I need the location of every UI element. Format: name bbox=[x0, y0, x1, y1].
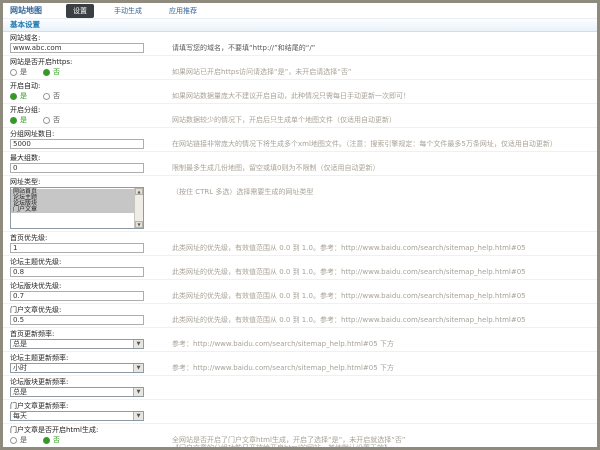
field-label: 网站域名: bbox=[10, 34, 591, 43]
field-label: 首页更新频率: bbox=[10, 330, 591, 339]
https-radio-group: 是 否 bbox=[10, 67, 144, 77]
form-row-article-html: 门户文章是否开启html生成: 是 否 全网站是否开启了门户文章html生成，开… bbox=[3, 423, 597, 447]
field-label: 网址类型: bbox=[10, 178, 591, 187]
radio-option-no[interactable]: 否 bbox=[43, 435, 60, 445]
chevron-down-icon: ▼ bbox=[133, 388, 143, 396]
field-label: 开启自动: bbox=[10, 82, 591, 91]
max-groups-input[interactable] bbox=[10, 163, 144, 173]
field-label: 论坛版块优先级: bbox=[10, 282, 591, 291]
radio-icon bbox=[10, 69, 17, 76]
radio-option-no[interactable]: 否 bbox=[43, 67, 60, 77]
radio-icon bbox=[43, 117, 50, 124]
field-label: 分组网址数目: bbox=[10, 130, 591, 139]
forum-frequency-select[interactable]: 总是 ▼ bbox=[10, 387, 144, 397]
radio-option-yes[interactable]: 是 bbox=[10, 435, 27, 445]
home-frequency-select[interactable]: 总是 ▼ bbox=[10, 339, 144, 349]
form-row-max-groups: 最大组数: 限制最多生成几份地图，留空或填0则为不限制（仅适用自动更新） bbox=[3, 151, 597, 175]
field-hint bbox=[172, 411, 591, 412]
form-row-url-types: 网址类型: 网站首页 论坛主题 论坛版块 门户文章 ▲ ▼ （按住 CTRL 多… bbox=[3, 175, 597, 231]
tab-settings[interactable]: 设置 bbox=[66, 4, 94, 18]
form-row-thread-frequency: 论坛主题更新频率: 小时 ▼ 参考：http://www.baidu.com/s… bbox=[3, 351, 597, 375]
chevron-down-icon: ▼ bbox=[133, 412, 143, 420]
grouping-radio-group: 是 否 bbox=[10, 115, 144, 125]
form-row-home-priority: 首页优先级: 此类网址的优先级，有效值范围从 0.0 到 1.0。参考：http… bbox=[3, 231, 597, 255]
section-title: 基本设置 bbox=[3, 18, 597, 32]
radio-icon bbox=[43, 437, 50, 444]
field-hint: 如果网站已开启https访问请选择“是”，未开启请选择“否” bbox=[172, 67, 591, 76]
field-label: 开启分组: bbox=[10, 106, 591, 115]
form-row-grouping: 开启分组: 是 否 网站数据较少的情况下，开启后只生成单个地图文件（仅适用自动更… bbox=[3, 103, 597, 127]
radio-option-no[interactable]: 否 bbox=[43, 91, 60, 101]
field-hint: 此类网址的优先级，有效值范围从 0.0 到 1.0。参考：http://www.… bbox=[172, 267, 591, 276]
field-label: 首页优先级: bbox=[10, 234, 591, 243]
auto-radio-group: 是 否 bbox=[10, 91, 144, 101]
radio-option-no[interactable]: 否 bbox=[43, 115, 60, 125]
radio-option-yes[interactable]: 是 bbox=[10, 91, 27, 101]
chevron-down-icon: ▼ bbox=[133, 340, 143, 348]
top-nav: 网站地图 设置 手动生成 应用推荐 bbox=[3, 3, 597, 18]
field-hint: 此类网址的优先级，有效值范围从 0.0 到 1.0。参考：http://www.… bbox=[172, 315, 591, 324]
radio-icon bbox=[10, 437, 17, 444]
thread-frequency-select[interactable]: 小时 ▼ bbox=[10, 363, 144, 373]
field-label: 门户文章优先级: bbox=[10, 306, 591, 315]
field-label: 最大组数: bbox=[10, 154, 591, 163]
scrollbar-track[interactable] bbox=[135, 195, 143, 221]
field-label: 论坛主题更新频率: bbox=[10, 354, 591, 363]
article-frequency-select[interactable]: 每天 ▼ bbox=[10, 411, 144, 421]
form-row-group-url-count: 分组网址数目: 在网站链接非常庞大的情况下将生成多个xml地图文件。（注意：搜索… bbox=[3, 127, 597, 151]
group-url-count-input[interactable] bbox=[10, 139, 144, 149]
scrollbar[interactable]: ▲ ▼ bbox=[134, 188, 143, 228]
form-row-auto-update: 开启自动: 是 否 如果网站数据量庞大不建议开启自动，此种情况只需每日手动更新一… bbox=[3, 79, 597, 103]
field-hint: 网站数据较少的情况下，开启后只生成单个地图文件（仅适用自动更新） bbox=[172, 115, 591, 124]
scroll-down-icon[interactable]: ▼ bbox=[135, 221, 143, 228]
form-row-https: 网站是否开启https: 是 否 如果网站已开启https访问请选择“是”，未开… bbox=[3, 55, 597, 79]
radio-option-yes[interactable]: 是 bbox=[10, 115, 27, 125]
radio-icon bbox=[10, 117, 17, 124]
field-label: 论坛版块更新频率: bbox=[10, 378, 591, 387]
form-row-forum-priority: 论坛版块优先级: 此类网址的优先级，有效值范围从 0.0 到 1.0。参考：ht… bbox=[3, 279, 597, 303]
form-row-article-priority: 门户文章优先级: 此类网址的优先级，有效值范围从 0.0 到 1.0。参考：ht… bbox=[3, 303, 597, 327]
forum-priority-input[interactable] bbox=[10, 291, 144, 301]
tab-manual-generate[interactable]: 手动生成 bbox=[107, 4, 149, 18]
form-row-forum-frequency: 论坛版块更新频率: 总是 ▼ bbox=[3, 375, 597, 399]
field-hint: 请填写您的域名，不要填“http://”和结尾的“/” bbox=[172, 43, 591, 52]
field-hint bbox=[172, 387, 591, 388]
form-row-article-frequency: 门户文章更新频率: 每天 ▼ bbox=[3, 399, 597, 423]
field-label: 门户文章更新频率: bbox=[10, 402, 591, 411]
home-priority-input[interactable] bbox=[10, 243, 144, 253]
form-row-home-frequency: 首页更新频率: 总是 ▼ 参考：http://www.baidu.com/sea… bbox=[3, 327, 597, 351]
field-hint: 全网站是否开启了门户文章html生成，开启了选择“是”，未开启就选择“否” 【门… bbox=[172, 435, 591, 447]
form-row-domain: 网站域名: 请填写您的域名，不要填“http://”和结尾的“/” bbox=[3, 32, 597, 55]
article-priority-input[interactable] bbox=[10, 315, 144, 325]
radio-icon bbox=[43, 93, 50, 100]
field-hint: 如果网站数据量庞大不建议开启自动，此种情况只需每日手动更新一次即可！ bbox=[172, 91, 591, 100]
thread-priority-input[interactable] bbox=[10, 267, 144, 277]
field-hint: 限制最多生成几份地图，留空或填0则为不限制（仅适用自动更新） bbox=[172, 163, 591, 172]
field-label: 论坛主题优先级: bbox=[10, 258, 591, 267]
field-hint: （按住 CTRL 多选）选择需要生成的网址类型 bbox=[172, 187, 591, 196]
radio-icon bbox=[10, 93, 17, 100]
listbox-options: 网站首页 论坛主题 论坛版块 门户文章 bbox=[11, 188, 134, 228]
field-hint: 在网站链接非常庞大的情况下将生成多个xml地图文件。（注意：搜索引擎规定：每个文… bbox=[172, 139, 591, 148]
scroll-up-icon[interactable]: ▲ bbox=[135, 188, 143, 195]
radio-icon bbox=[43, 69, 50, 76]
url-types-listbox[interactable]: 网站首页 论坛主题 论坛版块 门户文章 ▲ ▼ bbox=[10, 187, 144, 229]
article-html-radio-group: 是 否 bbox=[10, 435, 144, 445]
field-label: 网站是否开启https: bbox=[10, 58, 591, 67]
field-hint: 此类网址的优先级，有效值范围从 0.0 到 1.0。参考：http://www.… bbox=[172, 291, 591, 300]
listbox-option[interactable]: 门户文章 bbox=[11, 207, 134, 213]
app-title: 网站地图 bbox=[10, 5, 42, 16]
plugin-settings-page: 网站地图 设置 手动生成 应用推荐 基本设置 网站域名: 请填写您的域名，不要填… bbox=[3, 3, 597, 447]
tab-app-recommend[interactable]: 应用推荐 bbox=[162, 4, 204, 18]
form-row-thread-priority: 论坛主题优先级: 此类网址的优先级，有效值范围从 0.0 到 1.0。参考：ht… bbox=[3, 255, 597, 279]
radio-option-yes[interactable]: 是 bbox=[10, 67, 27, 77]
field-hint: 此类网址的优先级，有效值范围从 0.0 到 1.0。参考：http://www.… bbox=[172, 243, 591, 252]
field-hint: 参考：http://www.baidu.com/search/sitemap_h… bbox=[172, 363, 591, 372]
field-label: 门户文章是否开启html生成: bbox=[10, 426, 591, 435]
domain-input[interactable] bbox=[10, 43, 144, 53]
field-hint: 参考：http://www.baidu.com/search/sitemap_h… bbox=[172, 339, 591, 348]
chevron-down-icon: ▼ bbox=[133, 364, 143, 372]
